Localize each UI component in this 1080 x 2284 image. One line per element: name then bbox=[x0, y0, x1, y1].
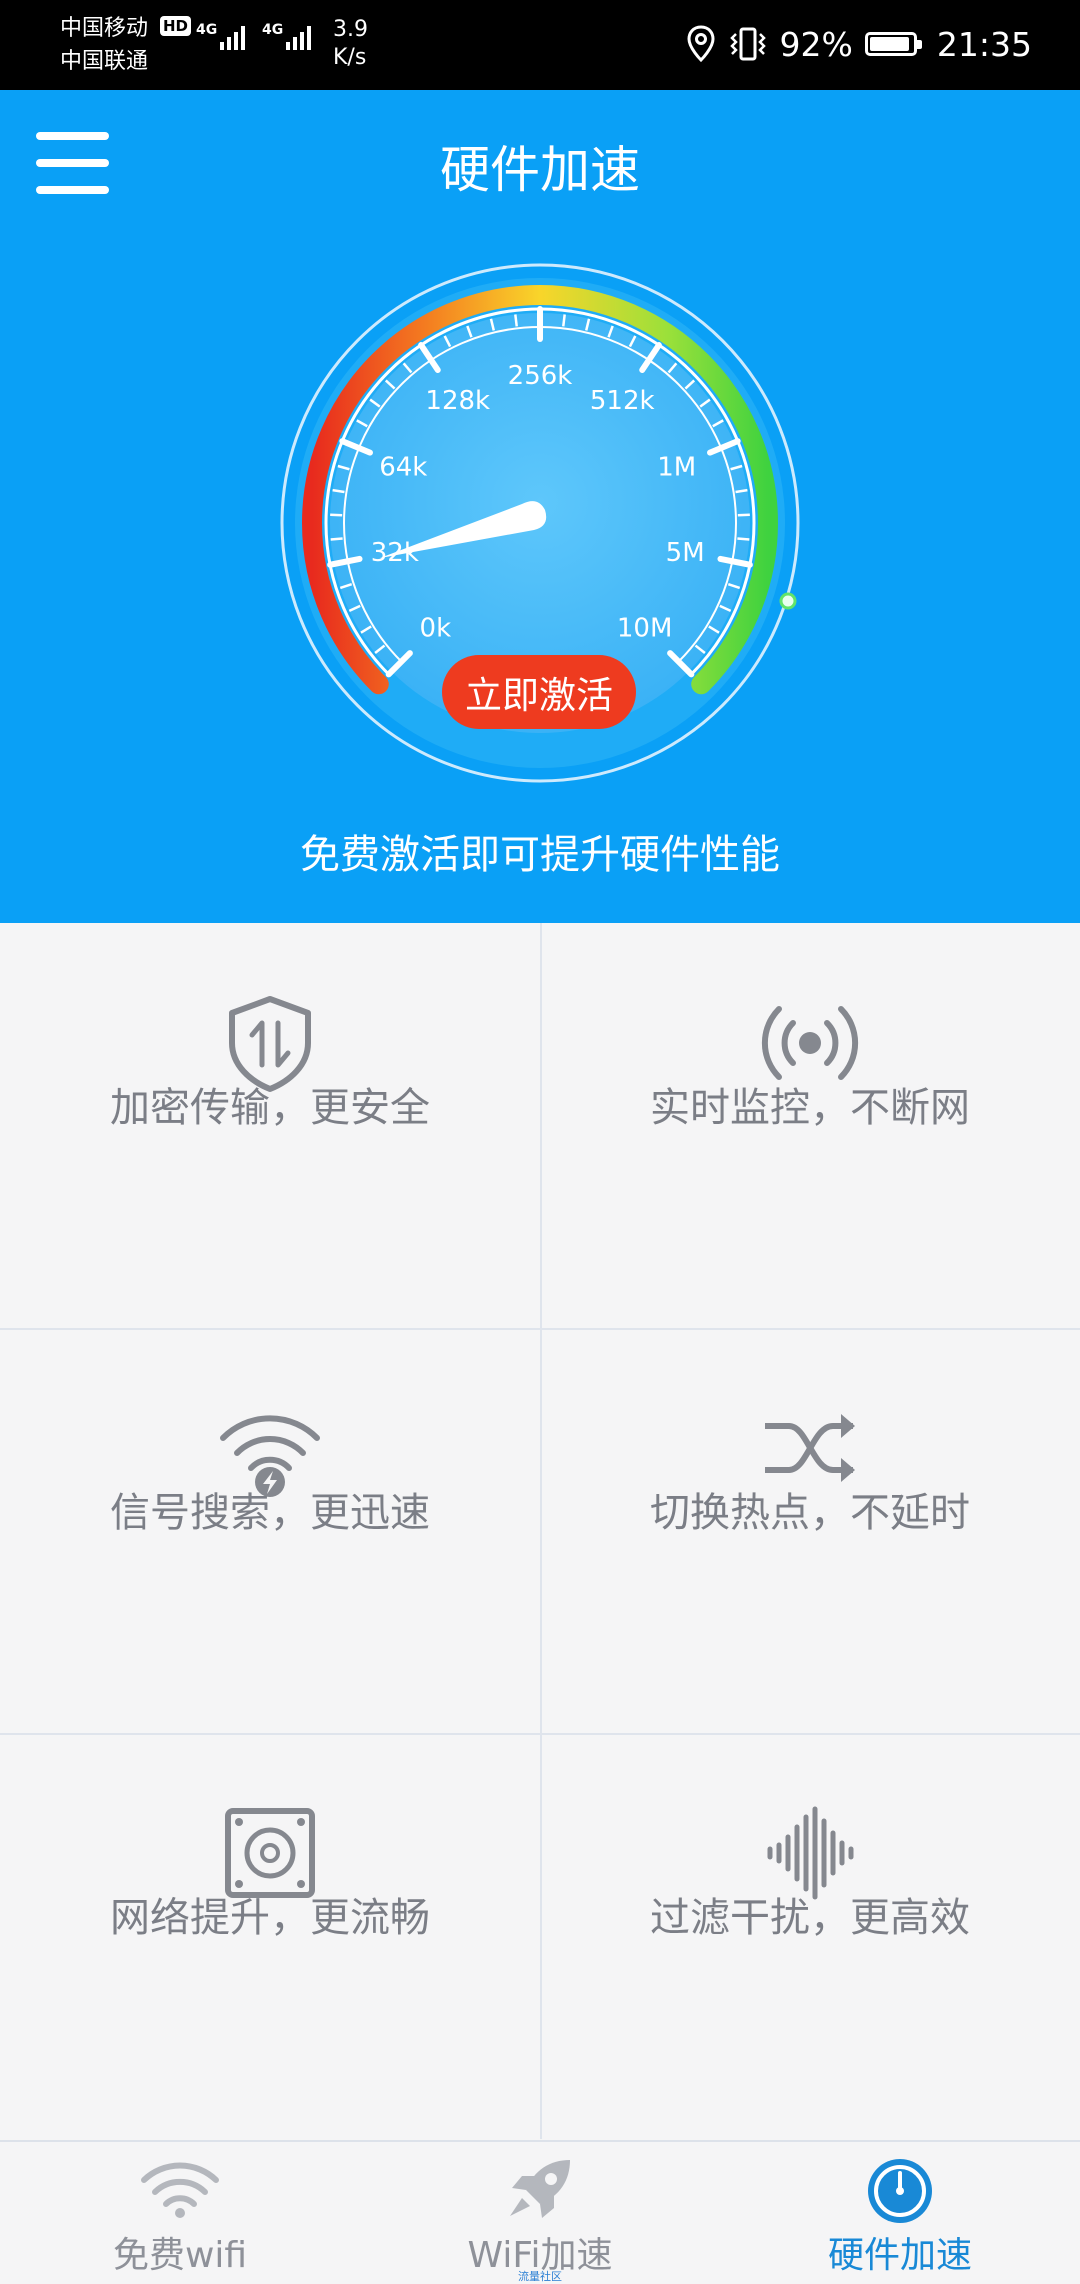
feature-cell-signal: 信号搜索，更迅速 bbox=[0, 1328, 540, 1733]
network-speed: 3.9 K/s bbox=[333, 16, 368, 72]
signal-bars-1-icon bbox=[218, 22, 252, 52]
feature-label: 信号搜索，更迅速 bbox=[0, 1480, 540, 1538]
grid-divider-vertical bbox=[540, 923, 542, 2139]
gauge-minor-tick bbox=[515, 314, 516, 326]
grid-divider-horizontal bbox=[0, 1328, 1080, 1330]
hero-panel: 硬件加速 0k32k64k128k256k512k1M5M10M 立即 bbox=[0, 90, 1080, 923]
feature-label: 切换热点，不延时 bbox=[540, 1480, 1080, 1538]
gauge-minor-tick bbox=[737, 539, 749, 540]
gauge-scale-label: 5M bbox=[666, 538, 705, 568]
gauge-minor-tick bbox=[331, 539, 343, 540]
gauge-scale-label: 512k bbox=[590, 386, 655, 416]
activate-button[interactable]: 立即激活 bbox=[442, 655, 636, 729]
hd-badge: HD bbox=[160, 16, 191, 36]
nav-label: 免费wifi bbox=[0, 2226, 360, 2278]
status-bar: 中国移动 中国联通 HD 4G 4G 3.9 K/s 92% 21:35 bbox=[0, 0, 1080, 90]
feature-cell-switch: 切换热点，不延时 bbox=[540, 1328, 1080, 1733]
gauge-end-dot bbox=[781, 594, 795, 608]
grid-divider-horizontal bbox=[0, 1733, 1080, 1735]
gauge-scale-label: 64k bbox=[379, 452, 427, 482]
status-right: 92% 21:35 bbox=[686, 22, 1032, 66]
feature-label: 加密传输，更安全 bbox=[0, 1075, 540, 1133]
nav-wifi-accelerate[interactable]: WiFi加速 流量社区 bbox=[360, 2142, 720, 2282]
hero-subtitle: 免费激活即可提升硬件性能 bbox=[0, 822, 1080, 880]
network-speed-unit: K/s bbox=[333, 44, 368, 72]
network-speed-value: 3.9 bbox=[333, 16, 368, 44]
speedometer-icon bbox=[865, 2156, 935, 2226]
gauge-scale-label: 10M bbox=[617, 614, 673, 644]
battery-icon bbox=[865, 32, 917, 56]
bottom-nav: 免费wifi WiFi加速 流量社区 硬件加速 bbox=[0, 2140, 1080, 2282]
rocket-icon bbox=[504, 2156, 576, 2222]
carrier-names: 中国移动 中国联通 bbox=[60, 12, 148, 78]
nav-free-wifi[interactable]: 免费wifi bbox=[0, 2142, 360, 2282]
clock: 21:35 bbox=[937, 25, 1032, 64]
feature-cell-boost: 网络提升，更流畅 bbox=[0, 1733, 540, 2138]
feature-label: 过滤干扰，更高效 bbox=[540, 1885, 1080, 1943]
page-title: 硬件加速 bbox=[0, 130, 1080, 202]
feature-label: 实时监控，不断网 bbox=[540, 1075, 1080, 1133]
gauge-scale-label: 0k bbox=[420, 614, 452, 644]
wifi-icon bbox=[138, 2156, 222, 2220]
gauge-minor-tick bbox=[563, 314, 564, 326]
gauge-scale-label: 256k bbox=[508, 361, 573, 391]
gauge-scale-label: 128k bbox=[425, 386, 490, 416]
network-type-1: 4G bbox=[196, 22, 217, 38]
feature-cell-encrypted: 加密传输，更安全 bbox=[0, 923, 540, 1328]
nav-label: 硬件加速 bbox=[720, 2226, 1080, 2278]
vibrate-icon bbox=[728, 24, 768, 64]
feature-cell-monitor: 实时监控，不断网 bbox=[540, 923, 1080, 1328]
carrier-1: 中国移动 bbox=[60, 12, 148, 45]
gauge-scale-label: 1M bbox=[657, 452, 696, 482]
feature-label: 网络提升，更流畅 bbox=[0, 1885, 540, 1943]
carrier-2: 中国联通 bbox=[60, 45, 148, 78]
feature-grid: 加密传输，更安全 实时监控，不断网 信号搜索，更迅速 bbox=[0, 923, 1080, 2139]
nav-hardware-accelerate[interactable]: 硬件加速 bbox=[720, 2142, 1080, 2282]
signal-bars-2-icon bbox=[284, 22, 318, 52]
battery-percent: 92% bbox=[780, 25, 853, 64]
feature-cell-filter: 过滤干扰，更高效 bbox=[540, 1733, 1080, 2138]
network-type-2: 4G bbox=[262, 22, 283, 38]
location-icon bbox=[686, 25, 716, 63]
nav-sublabel: 流量社区 bbox=[360, 2268, 720, 2284]
